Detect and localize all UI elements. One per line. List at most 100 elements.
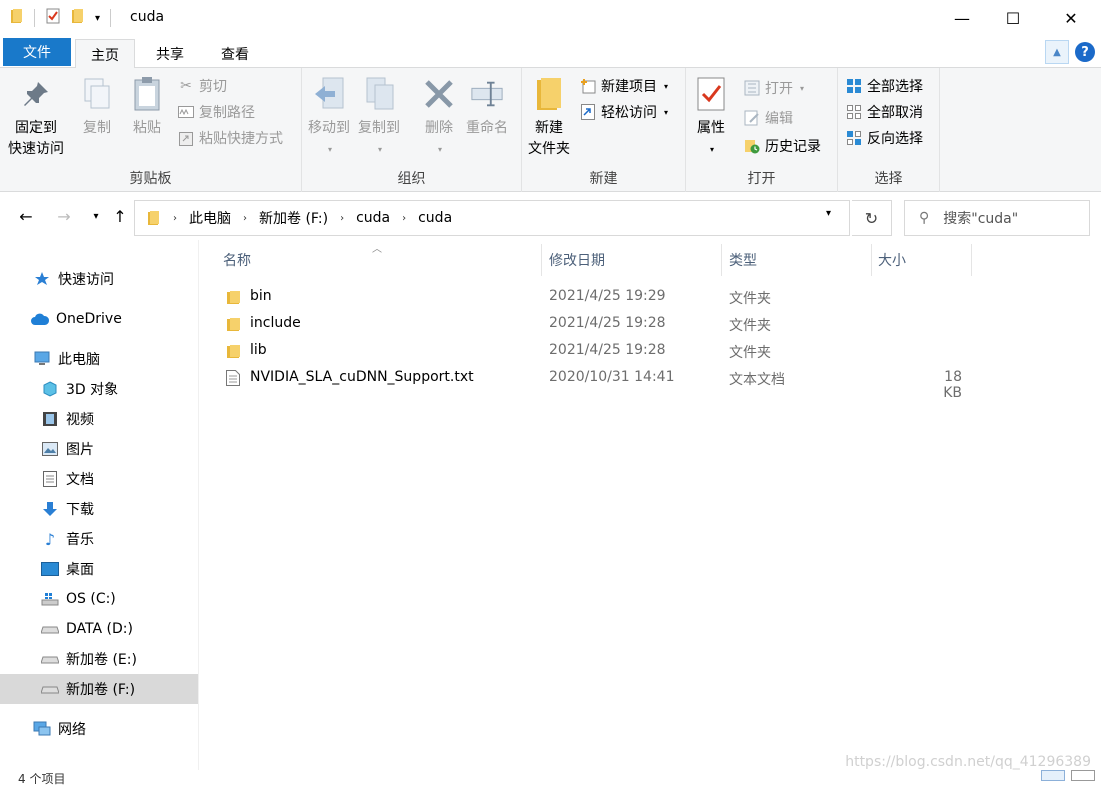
nav-item-3d-objects[interactable]: 3D 对象: [0, 374, 198, 404]
pin-label-line1: 固定到: [15, 120, 57, 136]
copy-button[interactable]: 复制: [80, 76, 114, 139]
copy-to-label: 复制到: [358, 120, 400, 136]
new-folder-label-line2: 文件夹: [528, 141, 570, 157]
file-row[interactable]: NVIDIA_SLA_cuDNN_Support.txt 2020/10/31 …: [220, 365, 980, 401]
invert-selection-label: 反向选择: [867, 131, 923, 147]
properties-icon[interactable]: [45, 8, 61, 28]
open-button[interactable]: 打开 ▾: [744, 76, 804, 100]
back-arrow-icon[interactable]: ←: [14, 204, 38, 228]
nav-item-onedrive[interactable]: OneDrive: [0, 304, 198, 334]
nav-item-downloads[interactable]: 下载: [0, 494, 198, 524]
nav-item-label: OS (C:): [66, 591, 116, 607]
properties-button[interactable]: 属性 ▾: [694, 76, 728, 160]
nav-item-label: 新加卷 (F:): [66, 682, 136, 698]
invert-selection-button[interactable]: 反向选择: [846, 126, 923, 150]
address-dropdown-icon[interactable]: ▾: [826, 208, 831, 219]
new-folder-icon[interactable]: [71, 8, 85, 28]
pane-splitter[interactable]: [198, 240, 199, 770]
tab-view[interactable]: 查看: [205, 39, 265, 68]
close-button[interactable]: ✕: [1048, 0, 1094, 36]
column-separator[interactable]: [721, 244, 722, 276]
customize-toolbar-icon[interactable]: ▾: [95, 13, 100, 24]
nav-item-pictures[interactable]: 图片: [0, 434, 198, 464]
file-row[interactable]: include 2021/4/25 19:28 文件夹: [220, 311, 980, 338]
tab-file[interactable]: 文件: [3, 38, 71, 66]
help-icon[interactable]: ?: [1075, 42, 1095, 62]
nav-item-music[interactable]: ♪ 音乐: [0, 524, 198, 554]
refresh-icon[interactable]: ↻: [852, 200, 892, 236]
video-icon: [40, 410, 60, 428]
tab-home[interactable]: 主页: [75, 39, 135, 69]
file-date: 2021/4/25 19:29: [549, 288, 666, 304]
large-icons-view-icon[interactable]: [1071, 770, 1095, 781]
breadcrumb-cuda-current[interactable]: cuda: [418, 210, 452, 226]
copy-path-button[interactable]: 复制路径: [178, 100, 255, 124]
paste-button[interactable]: 粘贴: [130, 76, 164, 139]
select-group: 全部选择 全部取消 反向选择 选择: [838, 68, 940, 192]
nav-item-label: 快速访问: [58, 272, 114, 288]
history-button[interactable]: 历史记录: [744, 134, 821, 158]
nav-item-label: 下载: [66, 502, 94, 518]
breadcrumb-cuda[interactable]: cuda: [356, 210, 390, 226]
folder-icon: [10, 8, 24, 28]
cube-icon: [40, 380, 60, 398]
maximize-button[interactable]: ☐: [990, 0, 1036, 36]
edit-button[interactable]: 编辑: [744, 106, 793, 130]
up-arrow-icon[interactable]: ↑: [108, 204, 132, 228]
file-row[interactable]: bin 2021/4/25 19:29 文件夹: [220, 284, 980, 311]
select-group-label: 选择: [874, 171, 903, 187]
copy-to-dropdown-icon: ▾: [377, 145, 382, 154]
nav-item-videos[interactable]: 视频: [0, 404, 198, 434]
column-separator[interactable]: [541, 244, 542, 276]
column-header-type[interactable]: 类型: [729, 248, 757, 272]
drive-icon: [40, 620, 60, 638]
new-folder-icon: [532, 76, 566, 112]
breadcrumb-this-pc[interactable]: 此电脑: [189, 208, 231, 228]
select-none-button[interactable]: 全部取消: [846, 100, 923, 124]
nav-item-drive-d[interactable]: DATA (D:): [0, 614, 198, 644]
watermark-text: https://blog.csdn.net/qq_41296389: [845, 754, 1091, 770]
nav-item-desktop[interactable]: 桌面: [0, 554, 198, 584]
minimize-button[interactable]: —: [939, 0, 985, 36]
properties-icon: [694, 76, 728, 112]
forward-arrow-icon[interactable]: →: [52, 204, 76, 228]
copy-icon: [80, 76, 114, 112]
column-header-date[interactable]: 修改日期: [549, 248, 605, 272]
nav-item-documents[interactable]: 文档: [0, 464, 198, 494]
new-folder-button[interactable]: 新建 文件夹: [528, 76, 570, 160]
breadcrumb-chevron-icon[interactable]: ›: [402, 213, 406, 224]
nav-item-drive-c[interactable]: OS (C:): [0, 584, 198, 614]
column-separator[interactable]: [971, 244, 972, 276]
details-view-icon[interactable]: [1041, 770, 1065, 781]
move-to-button[interactable]: 移动到 ▾: [308, 76, 350, 160]
column-header-name[interactable]: 名称: [223, 248, 251, 272]
breadcrumb-chevron-icon[interactable]: ›: [243, 213, 247, 224]
column-separator[interactable]: [871, 244, 872, 276]
cut-button[interactable]: ✂ 剪切: [178, 74, 227, 98]
organize-group-label: 组织: [397, 171, 426, 187]
address-bar[interactable]: › 此电脑 › 新加卷 (F:) › cuda › cuda: [134, 200, 850, 236]
select-all-button[interactable]: 全部选择: [846, 74, 923, 98]
easy-access-button[interactable]: 轻松访问 ▾: [580, 100, 668, 124]
nav-item-drive-f[interactable]: 新加卷 (F:): [0, 674, 198, 704]
paste-shortcut-button[interactable]: 粘贴快捷方式: [178, 126, 283, 150]
tab-share[interactable]: 共享: [140, 39, 200, 68]
new-item-button[interactable]: 新建项目 ▾: [580, 74, 668, 98]
recent-locations-chevron-icon[interactable]: ▾: [84, 204, 108, 228]
search-box[interactable]: ⚲ 搜索"cuda": [904, 200, 1090, 236]
column-header-size[interactable]: 大小: [878, 248, 906, 272]
breadcrumb-chevron-icon[interactable]: ›: [340, 213, 344, 224]
nav-item-drive-e[interactable]: 新加卷 (E:): [0, 644, 198, 674]
file-row[interactable]: lib 2021/4/25 19:28 文件夹: [220, 338, 980, 365]
nav-item-quick-access[interactable]: 快速访问: [0, 264, 198, 294]
nav-item-network[interactable]: 网络: [0, 714, 198, 744]
new-item-icon: [580, 78, 596, 94]
rename-button[interactable]: 重命名: [466, 76, 508, 139]
collapse-ribbon-icon[interactable]: ▲: [1045, 40, 1069, 64]
breadcrumb-chevron-icon[interactable]: ›: [173, 213, 177, 224]
breadcrumb-drive-f[interactable]: 新加卷 (F:): [259, 208, 328, 228]
copy-to-button[interactable]: 复制到 ▾: [358, 76, 400, 160]
nav-item-this-pc[interactable]: 此电脑: [0, 344, 198, 374]
delete-button[interactable]: 删除 ▾: [422, 76, 456, 160]
pin-to-quick-access-button[interactable]: 固定到 快速访问: [8, 76, 64, 160]
